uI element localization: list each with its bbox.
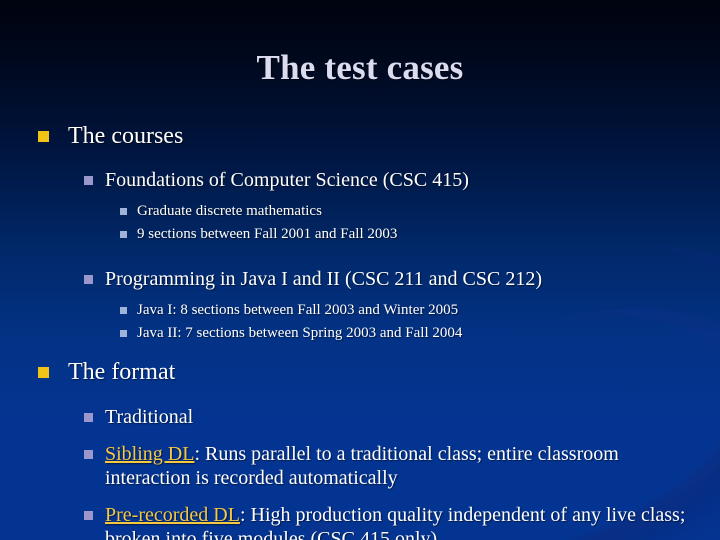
slide-title: The test cases <box>256 48 464 87</box>
square-bullet-icon <box>84 449 93 459</box>
outline-level3-label: Graduate discrete mathematics <box>137 203 322 220</box>
outline-section-format: The format Traditional Sibling DL: Runs … <box>38 358 688 540</box>
outline-level2-label: Sibling DL: Runs parallel to a tradition… <box>105 442 688 490</box>
outline-level3-java1-sections[interactable]: Java I: 8 sections between Fall 2003 and… <box>38 301 688 320</box>
square-bullet-icon <box>84 274 93 284</box>
outline-level2-label: Foundations of Computer Science (CSC 415… <box>105 169 469 192</box>
square-bullet-icon <box>38 131 49 142</box>
hyperlink-pre-recorded-dl[interactable]: Pre-recorded DL <box>105 504 240 526</box>
outline-level2-label: Traditional <box>105 405 688 429</box>
square-bullet-icon <box>38 367 49 379</box>
outline-level3-label: Java II: 7 sections between Spring 2003 … <box>137 324 463 341</box>
outline-level1-the-format[interactable]: The format <box>38 358 688 386</box>
outline-level2-label: Pre-recorded DL: High production quality… <box>105 503 688 540</box>
outline-level2-sibling-dl[interactable]: Sibling DL: Runs parallel to a tradition… <box>38 442 688 490</box>
outline-level2-label: Programming in Java I and II (CSC 211 an… <box>105 267 543 290</box>
outline-level2-text: Traditional <box>105 405 194 428</box>
presentation-slide: The test cases The courses Foundations o… <box>0 0 720 540</box>
outline-level1-label: The courses <box>68 123 184 149</box>
hyperlink-sibling-dl[interactable]: Sibling DL <box>105 443 194 465</box>
outline-level1-the-courses[interactable]: The courses <box>38 122 688 150</box>
outline-section-courses: The courses Foundations of Computer Scie… <box>38 122 688 342</box>
square-bullet-icon <box>84 510 93 520</box>
outline-level2-pre-recorded-dl[interactable]: Pre-recorded DL: High production quality… <box>38 503 688 540</box>
outline-level2-traditional[interactable]: Traditional <box>38 405 688 429</box>
outline-level3-label: 9 sections between Fall 2001 and Fall 20… <box>137 226 398 243</box>
outline-level2-foundations-csc415[interactable]: Foundations of Computer Science (CSC 415… <box>38 168 688 192</box>
outline-level3-label: Java I: 8 sections between Fall 2003 and… <box>137 301 459 318</box>
square-bullet-icon <box>120 231 127 239</box>
outline-level3-java2-sections[interactable]: Java II: 7 sections between Spring 2003 … <box>38 324 688 343</box>
slide-body-outline: The courses Foundations of Computer Scie… <box>38 122 688 540</box>
outline-level2-programming-java[interactable]: Programming in Java I and II (CSC 211 an… <box>38 267 688 291</box>
square-bullet-icon <box>120 306 127 314</box>
square-bullet-icon <box>84 176 93 186</box>
outline-level3-graduate-discrete-mathematics[interactable]: Graduate discrete mathematics <box>38 202 688 221</box>
square-bullet-icon <box>120 329 127 337</box>
outline-level1-label: The format <box>68 359 176 386</box>
outline-level3-csc415-sections[interactable]: 9 sections between Fall 2001 and Fall 20… <box>38 225 688 244</box>
square-bullet-icon <box>84 412 93 422</box>
square-bullet-icon <box>120 208 127 216</box>
